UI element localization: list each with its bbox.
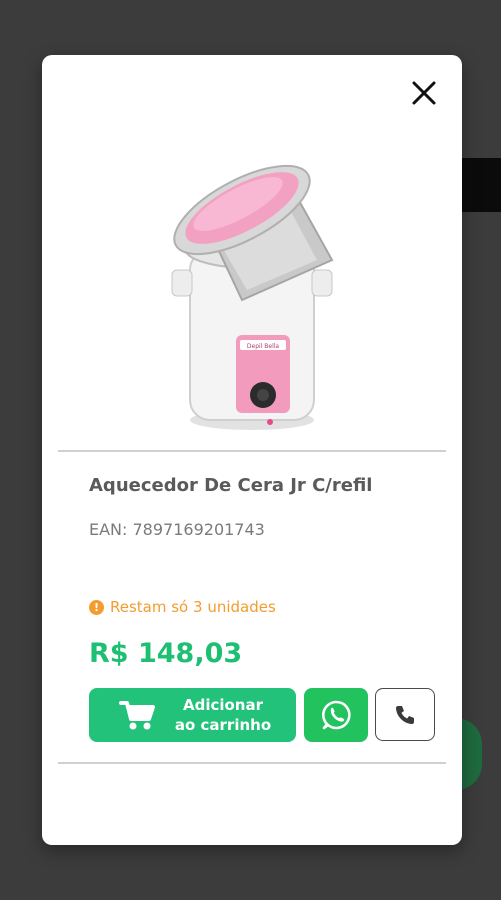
cart-icon — [119, 701, 155, 730]
close-button[interactable] — [410, 79, 438, 107]
product-price: R$ 148,03 — [89, 638, 243, 669]
add-to-cart-label: Adicionar ao carrinho — [163, 695, 283, 735]
divider-bottom — [58, 762, 446, 764]
phone-button[interactable] — [375, 688, 435, 741]
background-header-bar — [460, 158, 501, 212]
product-ean: EAN: 7897169201743 — [89, 520, 265, 539]
stock-warning-text: Restam só 3 unidades — [110, 598, 276, 616]
whatsapp-button[interactable] — [304, 688, 368, 742]
divider-top — [58, 450, 446, 452]
add-to-cart-label-line2: ao carrinho — [174, 716, 272, 734]
warning-icon: ! — [89, 599, 104, 615]
product-modal: Depil Bella Aquecedor De Cera Jr C/refil… — [42, 55, 462, 845]
product-title: Aquecedor De Cera Jr C/refil — [89, 475, 373, 496]
phone-icon — [396, 705, 414, 724]
svg-text:Depil Bella: Depil Bella — [247, 343, 280, 350]
whatsapp-icon — [322, 700, 351, 730]
close-icon — [412, 81, 436, 105]
product-image: Depil Bella — [171, 164, 334, 430]
add-to-cart-label-line1: Adicionar — [182, 696, 264, 714]
stock-warning: ! Restam só 3 unidades — [89, 598, 276, 616]
add-to-cart-button[interactable]: Adicionar ao carrinho — [89, 688, 296, 742]
